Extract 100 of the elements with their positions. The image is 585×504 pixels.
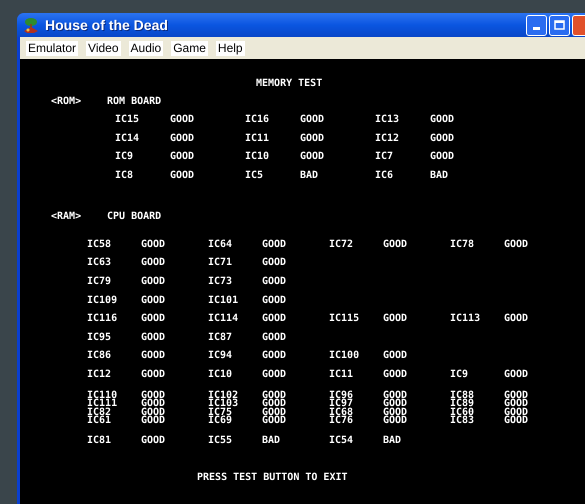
test-result: GOOD [262, 417, 286, 426]
chip-label: IC81 [87, 434, 112, 448]
chip-label: IC116 [87, 312, 118, 326]
test-result: GOOD [262, 312, 286, 326]
minimize-button[interactable] [526, 14, 547, 36]
screen-title: MEMORY TEST [256, 78, 322, 89]
test-result: GOOD [141, 274, 166, 289]
maximize-button[interactable] [549, 14, 570, 36]
test-result: GOOD [504, 312, 528, 326]
test-result: BAD [262, 434, 280, 448]
chip-label: IC12 [375, 132, 400, 146]
test-result: GOOD [504, 238, 528, 252]
test-result: GOOD [262, 238, 286, 252]
app-icon [22, 16, 40, 34]
chip-label: IC61 [87, 417, 112, 426]
test-result: GOOD [300, 150, 324, 164]
test-result: GOOD [383, 400, 408, 409]
chip-label: IC11 [245, 132, 270, 146]
chip-label: IC11 [329, 368, 354, 382]
chip-label: IC63 [87, 256, 112, 270]
chip-label: IC14 [115, 132, 140, 146]
test-result: GOOD [141, 256, 166, 270]
section-title: CPU BOARD [107, 210, 162, 224]
chip-label: IC78 [450, 238, 476, 252]
section-title: ROM BOARD [107, 95, 162, 109]
test-result: GOOD [262, 349, 286, 364]
section-tag: <RAM> [20, 208, 107, 226]
chip-label: IC55 [208, 434, 234, 448]
test-result: GOOD [504, 400, 528, 409]
test-result: GOOD [430, 132, 454, 146]
test-result: GOOD [262, 400, 286, 409]
chip-label: IC54 [329, 434, 354, 448]
chip-label: IC73 [208, 274, 234, 289]
test-result: GOOD [170, 132, 194, 146]
chip-label: IC101 [208, 294, 240, 308]
chip-label: IC113 [450, 312, 482, 326]
chip-label: IC13 [375, 113, 400, 127]
chip-label: IC97 [329, 400, 354, 409]
chip-label: IC115 [329, 312, 360, 326]
test-result: GOOD [383, 368, 408, 382]
test-result: GOOD [262, 274, 286, 289]
test-result: GOOD [383, 238, 408, 252]
test-result: GOOD [262, 368, 286, 382]
chip-label: IC72 [329, 238, 354, 252]
test-result: GOOD [141, 294, 166, 308]
chip-label: IC111 [87, 400, 118, 409]
test-result: GOOD [262, 256, 286, 270]
chip-label: IC89 [450, 400, 476, 409]
test-result: GOOD [430, 150, 454, 164]
test-result: BAD [300, 169, 318, 184]
chip-label: IC87 [208, 330, 234, 345]
test-result: GOOD [141, 417, 166, 426]
chip-label: IC103 [208, 400, 240, 409]
menu-item[interactable]: Audio [128, 40, 164, 56]
chip-label: IC94 [208, 349, 234, 364]
chip-label: IC12 [87, 368, 112, 382]
test-result: GOOD [141, 312, 166, 326]
test-result: GOOD [141, 238, 166, 252]
chip-label: IC76 [329, 417, 354, 426]
chip-label: IC58 [87, 238, 112, 252]
chip-label: IC10 [208, 368, 234, 382]
test-result: GOOD [383, 349, 408, 364]
menu-item[interactable]: Video [86, 40, 121, 56]
test-result: GOOD [170, 169, 194, 184]
test-result: GOOD [262, 330, 286, 345]
chip-label: IC5 [245, 169, 264, 184]
chip-label: IC71 [208, 256, 234, 270]
chip-label: IC9 [450, 368, 470, 382]
screen-message: PRESS TEST BUTTON TO EXIT [197, 472, 348, 484]
test-result: GOOD [141, 330, 166, 345]
test-result: GOOD [262, 294, 286, 308]
chip-label: IC7 [375, 150, 394, 164]
test-result: GOOD [430, 113, 454, 127]
chip-label: IC100 [329, 349, 360, 364]
test-result: GOOD [504, 368, 528, 382]
menu-item[interactable]: Game [171, 40, 208, 56]
chip-label: IC79 [87, 274, 112, 289]
chip-label: IC6 [375, 169, 394, 184]
test-result: GOOD [170, 150, 194, 164]
menu-item[interactable]: Emulator [26, 40, 78, 56]
close-button[interactable] [572, 14, 585, 36]
chip-label: IC10 [245, 150, 270, 164]
test-result: GOOD [300, 113, 324, 127]
test-result: BAD [430, 169, 448, 184]
chip-label: IC114 [208, 312, 240, 326]
chip-label: IC64 [208, 238, 234, 252]
test-result: GOOD [383, 312, 408, 326]
chip-label: IC16 [245, 113, 270, 127]
chip-label: IC69 [208, 417, 234, 426]
chip-label: IC109 [87, 294, 118, 308]
maximize-icon [554, 20, 565, 30]
window-title: House of the Dead [45, 16, 168, 34]
test-result: GOOD [141, 368, 166, 382]
chip-label: IC8 [115, 169, 134, 184]
test-result: GOOD [141, 434, 166, 448]
test-result: GOOD [170, 113, 194, 127]
menu-item[interactable]: Help [216, 40, 245, 56]
test-result: GOOD [383, 417, 408, 426]
test-result: BAD [383, 434, 402, 448]
chip-label: IC15 [115, 113, 140, 127]
